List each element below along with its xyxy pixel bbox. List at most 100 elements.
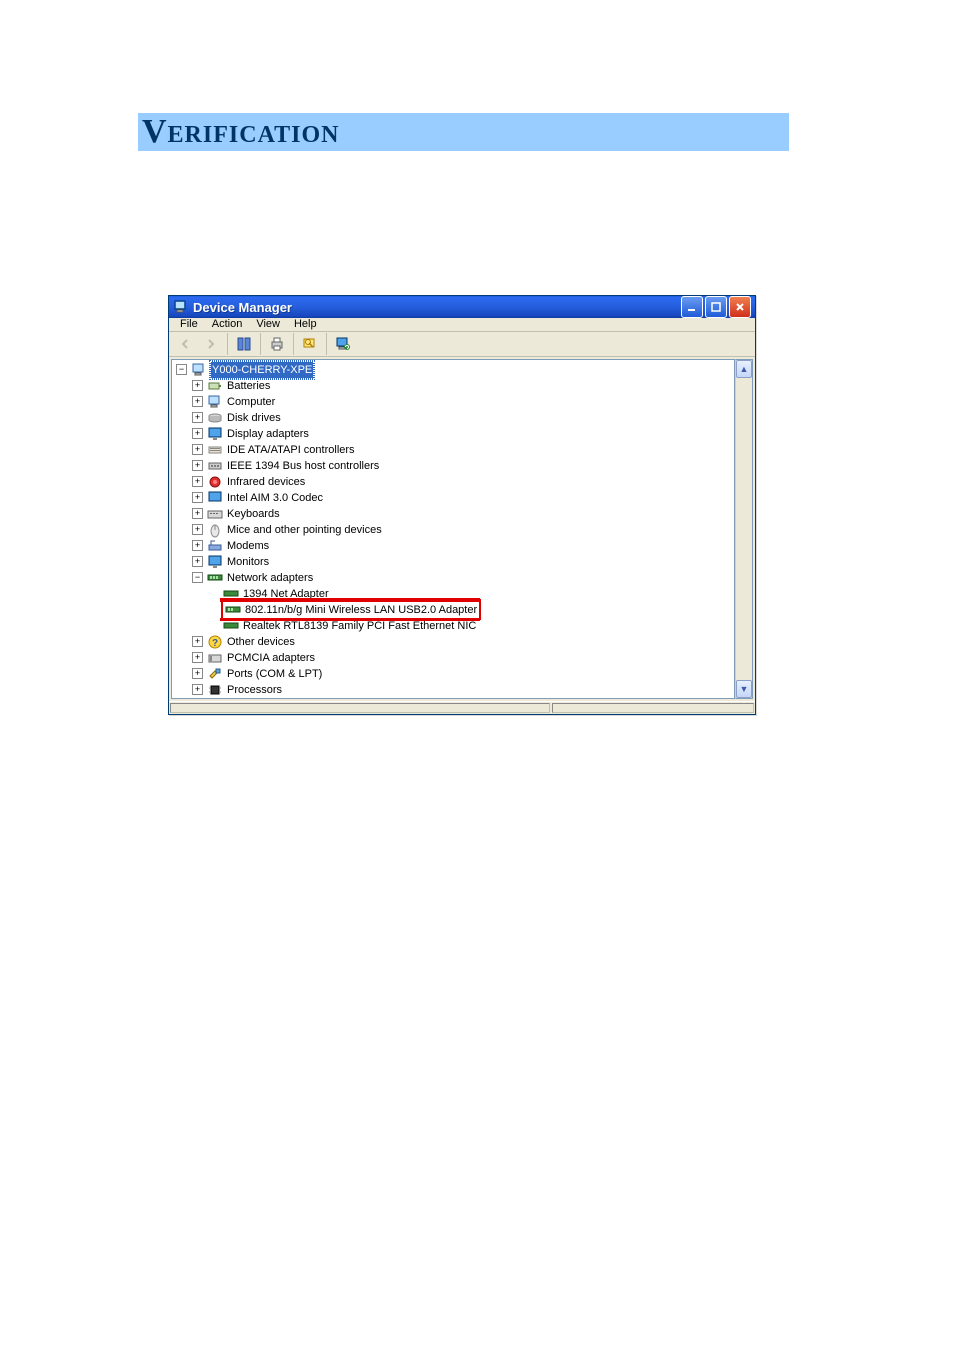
tree-item-label: Intel AIM 3.0 Codec — [227, 490, 323, 506]
expand-icon[interactable]: + — [192, 492, 203, 503]
expand-icon[interactable]: + — [192, 540, 203, 551]
tree-item-label: IDE ATA/ATAPI controllers — [227, 442, 355, 458]
scroll-track[interactable] — [736, 378, 752, 680]
expand-icon[interactable]: + — [192, 444, 203, 455]
expand-icon[interactable]: + — [192, 396, 203, 407]
scroll-down-arrow[interactable]: ▼ — [736, 680, 752, 698]
mouse-icon — [207, 522, 223, 538]
tree-item[interactable]: + Keyboards — [172, 506, 734, 522]
menu-view[interactable]: View — [249, 318, 287, 330]
tree-item[interactable]: + Display adapters — [172, 426, 734, 442]
display-icon — [207, 426, 223, 442]
tree-item[interactable]: + Intel AIM 3.0 Codec — [172, 490, 734, 506]
forward-button — [199, 332, 223, 356]
vertical-scrollbar[interactable]: ▲ ▼ — [735, 359, 753, 699]
menu-file[interactable]: File — [173, 318, 205, 330]
collapse-icon[interactable]: − — [192, 572, 203, 583]
expand-icon[interactable]: + — [192, 428, 203, 439]
tree-item[interactable]: + Modems — [172, 538, 734, 554]
tree-item-network-adapters[interactable]: − Network adapters — [172, 570, 734, 586]
keyboard-icon — [207, 506, 223, 522]
expand-icon[interactable]: + — [192, 508, 203, 519]
status-pane — [552, 703, 754, 714]
tree-item[interactable]: + IDE ATA/ATAPI controllers — [172, 442, 734, 458]
toolbar-separator — [293, 333, 294, 355]
infrared-icon — [207, 474, 223, 490]
tree-item[interactable]: +Computer — [172, 394, 734, 410]
menubar: File Action View Help — [169, 318, 755, 332]
tree-item-label: Keyboards — [227, 506, 280, 522]
minimize-button[interactable] — [681, 296, 703, 318]
toolbar — [169, 332, 755, 357]
print-button[interactable] — [265, 332, 289, 356]
tree-item-label: Infrared devices — [227, 474, 305, 490]
tree-item-label: PCMCIA adapters — [227, 650, 315, 666]
tree-root[interactable]: − Y000-CHERRY-XPE — [172, 362, 734, 378]
tree-item[interactable]: + IEEE 1394 Bus host controllers — [172, 458, 734, 474]
device-manager-window: Device Manager File Action View Help — [168, 295, 756, 715]
computer-icon — [207, 394, 223, 410]
tree-item-label: Mice and other pointing devices — [227, 522, 382, 538]
menu-help[interactable]: Help — [287, 318, 324, 330]
scan-button[interactable] — [298, 332, 322, 356]
maximize-button[interactable] — [705, 296, 727, 318]
cpu-icon — [207, 682, 223, 698]
expand-icon[interactable]: + — [192, 460, 203, 471]
tree-item[interactable]: +Disk drives — [172, 410, 734, 426]
tree-item-label: Ports (COM & LPT) — [227, 666, 322, 682]
scroll-up-arrow[interactable]: ▲ — [736, 360, 752, 378]
refresh-button[interactable] — [331, 332, 355, 356]
page-heading-bar: Verification — [138, 113, 789, 151]
1394-icon — [207, 458, 223, 474]
expand-icon[interactable]: + — [192, 476, 203, 487]
other-icon: ? — [207, 634, 223, 650]
modem-icon — [207, 538, 223, 554]
tree-item-label: Other devices — [227, 634, 295, 650]
expand-icon[interactable]: + — [192, 380, 203, 391]
page-heading: Verification — [142, 113, 339, 151]
battery-icon — [207, 378, 223, 394]
device-tree[interactable]: − Y000-CHERRY-XPE +Batteries+Computer+Di… — [171, 359, 735, 699]
collapse-icon[interactable]: − — [176, 364, 187, 375]
tree-item-network-child[interactable]: Realtek RTL8139 Family PCI Fast Ethernet… — [172, 618, 734, 634]
expand-icon[interactable]: + — [192, 668, 203, 679]
disk-icon — [207, 410, 223, 426]
titlebar[interactable]: Device Manager — [169, 296, 755, 318]
tree-item-label: Display adapters — [227, 426, 309, 442]
properties-button[interactable] — [232, 332, 256, 356]
tree-item-highlighted-adapter[interactable]: 802.11n/b/g Mini Wireless LAN USB2.0 Ada… — [172, 602, 734, 618]
tree-item-network-child[interactable]: 1394 Net Adapter — [172, 586, 734, 602]
statusbar — [169, 701, 755, 715]
expand-icon[interactable]: + — [192, 412, 203, 423]
tree-item[interactable]: +Monitors — [172, 554, 734, 570]
close-button[interactable] — [729, 296, 751, 318]
tree-item-label: Modems — [227, 538, 269, 554]
tree-item[interactable]: + Infrared devices — [172, 474, 734, 490]
network-icon — [225, 602, 241, 618]
expand-icon[interactable]: + — [192, 524, 203, 535]
monitor-icon — [207, 554, 223, 570]
tree-item[interactable]: + Batteries — [172, 378, 734, 394]
network-icon — [207, 570, 223, 586]
expand-icon[interactable]: + — [192, 556, 203, 567]
svg-text:?: ? — [212, 638, 218, 649]
tree-item[interactable]: +Processors — [172, 682, 734, 698]
tree-item[interactable]: + Ports (COM & LPT) — [172, 666, 734, 682]
ide-icon — [207, 442, 223, 458]
tree-root-label: Y000-CHERRY-XPE — [210, 361, 314, 379]
codec-icon — [207, 490, 223, 506]
menu-action[interactable]: Action — [205, 318, 250, 330]
expand-icon[interactable]: + — [192, 684, 203, 695]
status-pane — [170, 703, 550, 714]
window-title: Device Manager — [193, 300, 681, 315]
computer-icon — [191, 362, 207, 378]
device-manager-icon — [173, 299, 189, 315]
tree-item[interactable]: + Mice and other pointing devices — [172, 522, 734, 538]
tree-item[interactable]: +? Other devices — [172, 634, 734, 650]
expand-icon[interactable]: + — [192, 652, 203, 663]
tree-item-label: Batteries — [227, 378, 270, 394]
expand-icon[interactable]: + — [192, 636, 203, 647]
tree-item[interactable]: + PCMCIA adapters — [172, 650, 734, 666]
pcmcia-icon — [207, 650, 223, 666]
tree-item-label: IEEE 1394 Bus host controllers — [227, 458, 379, 474]
